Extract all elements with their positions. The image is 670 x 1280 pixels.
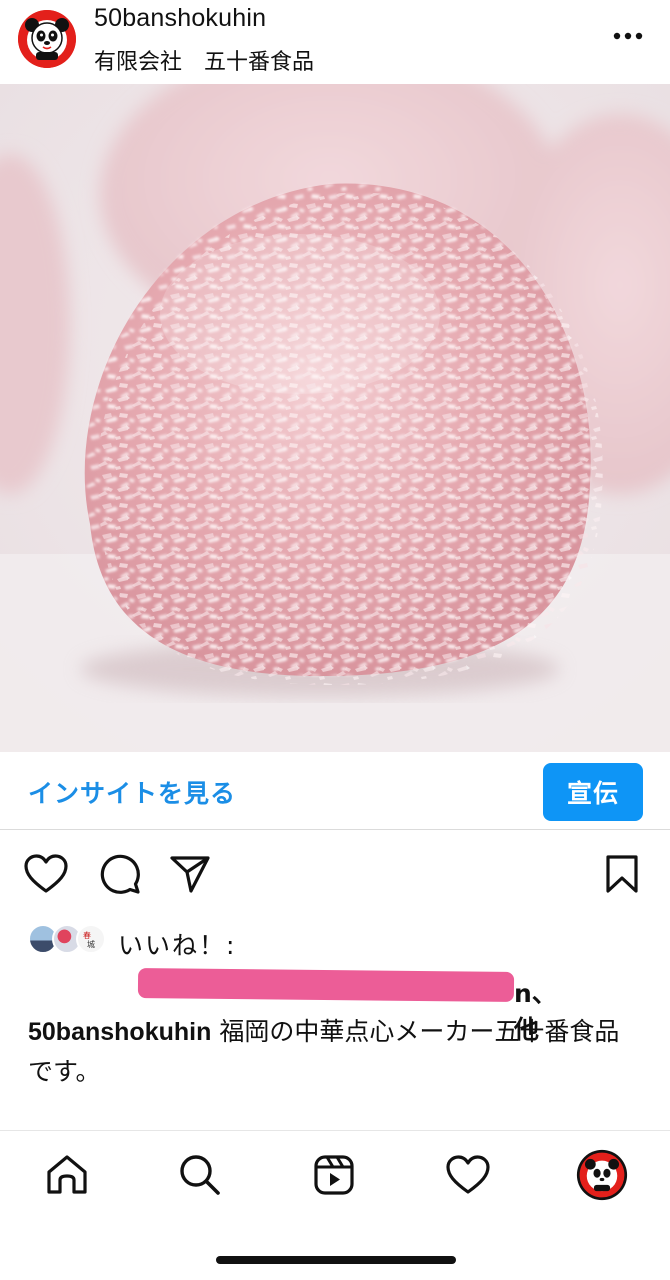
post-author-subtitle[interactable]: 有限会社 五十番食品: [94, 44, 314, 76]
post-actions: [0, 846, 670, 902]
heart-outline-icon[interactable]: [22, 850, 70, 898]
reels-icon[interactable]: [306, 1147, 362, 1203]
home-icon[interactable]: [39, 1147, 95, 1203]
post-image[interactable]: [0, 84, 670, 752]
home-indicator[interactable]: [216, 1256, 456, 1264]
search-icon[interactable]: [172, 1147, 228, 1203]
liker-avatar: 春城: [76, 924, 106, 954]
post-author-username[interactable]: 50banshokuhin: [94, 4, 266, 33]
likes-summary[interactable]: 春城 いいね！: n、他: [0, 918, 670, 1044]
redaction-mark: [137, 968, 515, 1002]
view-insights-link[interactable]: インサイトを見る: [28, 774, 236, 810]
profile-avatar-icon[interactable]: [574, 1147, 630, 1203]
more-horizontal-icon[interactable]: [604, 20, 652, 52]
likes-label: いいね！:: [118, 931, 237, 960]
caption-author[interactable]: 50banshokuhin: [28, 1018, 211, 1046]
activity-heart-icon[interactable]: [440, 1147, 496, 1203]
svg-text:春: 春: [83, 930, 91, 940]
post-header: 50banshokuhin 有限会社 五十番食品: [0, 0, 670, 84]
comment-bubble-icon[interactable]: [96, 850, 144, 898]
promote-button[interactable]: 宣伝: [543, 763, 643, 821]
panda-logo-icon[interactable]: [18, 10, 76, 68]
liker-avatars: 春城: [28, 924, 108, 956]
svg-text:城: 城: [87, 940, 95, 949]
paper-plane-icon[interactable]: [166, 850, 214, 898]
bookmark-icon[interactable]: [598, 850, 646, 898]
insights-bar: インサイトを見る 宣伝: [0, 752, 670, 830]
likes-names: n、他: [118, 968, 568, 1044]
post-caption: 50banshokuhin 福岡の中華点心メーカー五十番食品です。: [28, 1012, 640, 1092]
